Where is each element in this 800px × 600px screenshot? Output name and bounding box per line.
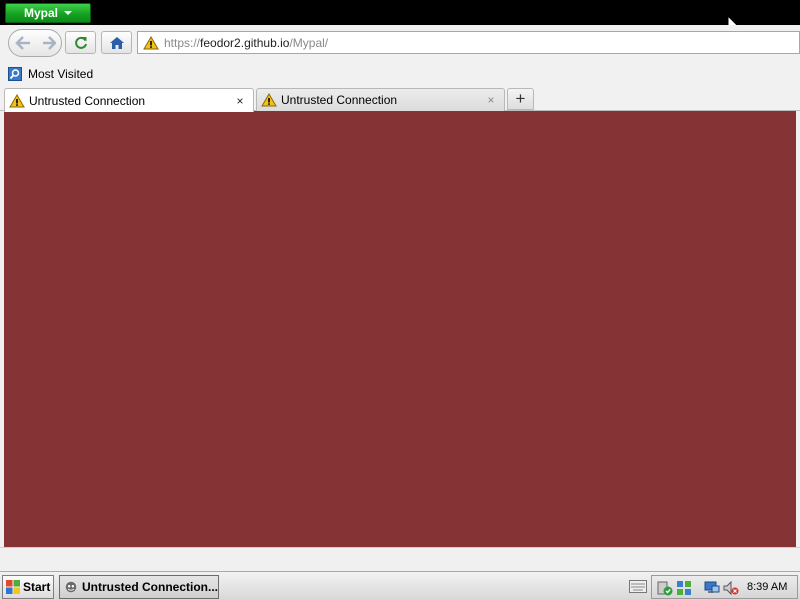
volume-muted-icon[interactable] (723, 580, 739, 596)
close-icon[interactable]: × (233, 94, 247, 108)
warning-icon (143, 35, 159, 49)
url-scheme: https:// (164, 35, 201, 50)
warning-icon (9, 93, 25, 107)
network-computer-icon[interactable] (704, 580, 720, 596)
most-visited-icon (8, 67, 22, 81)
title-bar: Mypal (0, 0, 800, 36)
new-tab-button[interactable]: + (507, 88, 534, 110)
taskbar: Start Untrusted Connection... 8:39 AM (0, 571, 800, 600)
taskbar-window-button[interactable]: Untrusted Connection... (59, 575, 219, 599)
mypal-app-icon (65, 581, 77, 593)
tab-untrusted-connection-active[interactable]: Untrusted Connection × (4, 88, 254, 112)
window-frame-right (796, 111, 800, 547)
tab-strip: Untrusted Connection × Untrusted Connect… (0, 87, 800, 112)
taskbar-window-label: Untrusted Connection... (82, 580, 218, 594)
bookmarks-toolbar: Most Visited (0, 61, 800, 87)
navigation-toolbar: https:// feodor2.github.io /Mypal/ (0, 25, 800, 61)
close-icon[interactable]: × (484, 93, 498, 107)
tab-label: Untrusted Connection (281, 93, 398, 107)
system-clock[interactable]: 8:39 AM (747, 581, 787, 593)
tab-untrusted-connection[interactable]: Untrusted Connection × (256, 88, 505, 111)
reload-icon (74, 36, 87, 49)
tab-label: Untrusted Connection (29, 93, 146, 108)
warning-icon (261, 93, 277, 107)
chevron-down-icon (64, 11, 72, 15)
keyboard-icon[interactable] (629, 580, 647, 593)
back-arrow-icon (15, 36, 30, 50)
back-forward-group (8, 29, 62, 57)
most-visited-bookmark[interactable]: Most Visited (28, 67, 93, 81)
system-tray: 8:39 AM (651, 575, 798, 599)
forward-arrow-icon (43, 36, 56, 50)
address-bar[interactable]: https:// feodor2.github.io /Mypal/ (137, 31, 800, 54)
url-path: /Mypal/ (289, 35, 329, 50)
reload-button[interactable] (65, 31, 96, 54)
status-bar (0, 547, 800, 571)
security-shield-icon[interactable] (657, 580, 673, 596)
home-icon (109, 36, 124, 49)
page-content[interactable] (4, 111, 796, 547)
app-menu-button[interactable]: Mypal (5, 3, 91, 23)
home-button[interactable] (101, 31, 132, 54)
windows-logo-icon (6, 580, 20, 594)
app-menu-label: Mypal (23, 6, 58, 20)
network-status-icon[interactable] (676, 580, 692, 596)
start-label: Start (23, 580, 51, 594)
url-host: feodor2.github.io (200, 35, 290, 50)
start-button[interactable]: Start (2, 575, 54, 599)
forward-button[interactable] (37, 30, 61, 56)
back-button[interactable] (9, 30, 37, 56)
